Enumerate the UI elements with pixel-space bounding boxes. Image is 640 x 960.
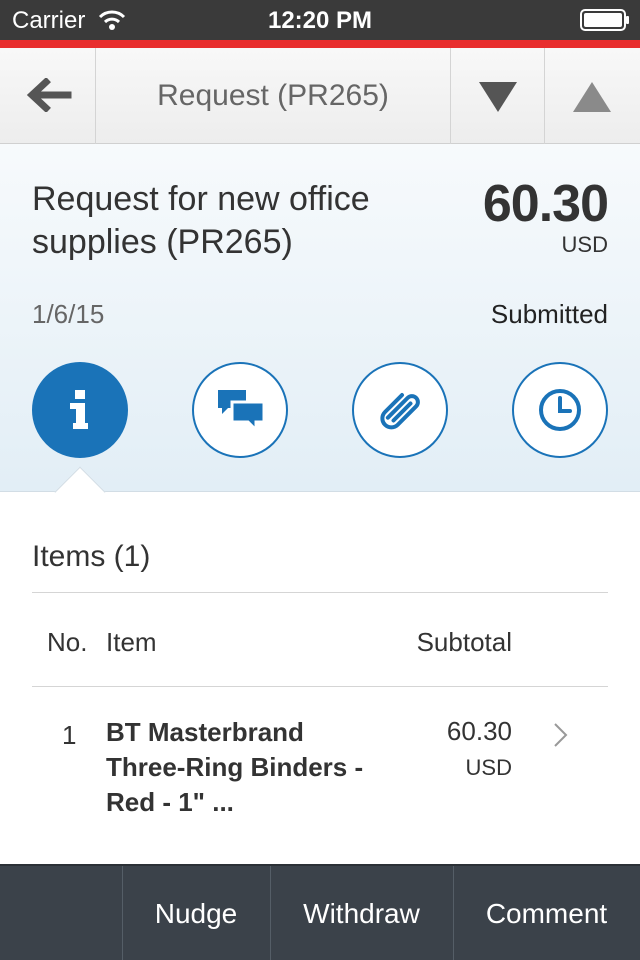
item-currency: USD bbox=[465, 755, 512, 780]
column-header-item: Item bbox=[106, 627, 157, 657]
divider bbox=[32, 686, 608, 687]
history-icon bbox=[539, 389, 581, 431]
column-header-subtotal: Subtotal bbox=[416, 627, 512, 657]
item-number: 1 bbox=[62, 720, 77, 750]
item-subtotal: 60.30 bbox=[446, 716, 512, 746]
comment-button[interactable]: Comment bbox=[453, 866, 640, 960]
tab-comments[interactable] bbox=[192, 362, 288, 458]
battery-icon bbox=[580, 9, 629, 31]
request-currency: USD bbox=[561, 232, 608, 257]
status-label: Submitted bbox=[490, 299, 608, 329]
nudge-button[interactable]: Nudge bbox=[122, 866, 270, 960]
attachment-icon bbox=[380, 393, 420, 430]
item-name: BT Masterbrand Three-Ring Binders - Red … bbox=[106, 717, 364, 817]
info-icon bbox=[70, 390, 88, 429]
request-header: Request for new office supplies (PR265) … bbox=[0, 144, 640, 492]
brand-bar bbox=[0, 40, 640, 48]
comments-icon bbox=[218, 390, 266, 434]
column-header-no: No. bbox=[47, 627, 88, 657]
divider bbox=[32, 592, 608, 593]
chevron-right-icon bbox=[554, 723, 568, 747]
previous-item-button[interactable] bbox=[544, 48, 640, 144]
next-item-button[interactable] bbox=[450, 48, 544, 144]
nav-bar: Request (PR265) bbox=[0, 48, 640, 144]
nav-title: Request (PR265) bbox=[157, 79, 389, 112]
back-arrow-icon bbox=[26, 78, 72, 112]
action-toolbar: Nudge Withdraw Comment bbox=[0, 864, 640, 960]
request-title: Request for new office supplies (PR265) bbox=[32, 180, 370, 261]
request-amount: 60.30 bbox=[482, 175, 609, 233]
request-date: 1/6/15 bbox=[32, 299, 105, 329]
withdraw-button[interactable]: Withdraw bbox=[270, 866, 453, 960]
clock: 12:20 PM bbox=[267, 7, 373, 34]
arrow-up-icon bbox=[573, 82, 611, 112]
tab-attachments[interactable] bbox=[352, 362, 448, 458]
items-title: Items (1) bbox=[32, 540, 151, 573]
status-bar: Carrier 12:20 PM bbox=[0, 0, 640, 40]
tab-history[interactable] bbox=[512, 362, 608, 458]
back-button[interactable] bbox=[0, 48, 96, 144]
tab-info[interactable] bbox=[32, 362, 128, 458]
arrow-down-icon bbox=[479, 82, 517, 112]
